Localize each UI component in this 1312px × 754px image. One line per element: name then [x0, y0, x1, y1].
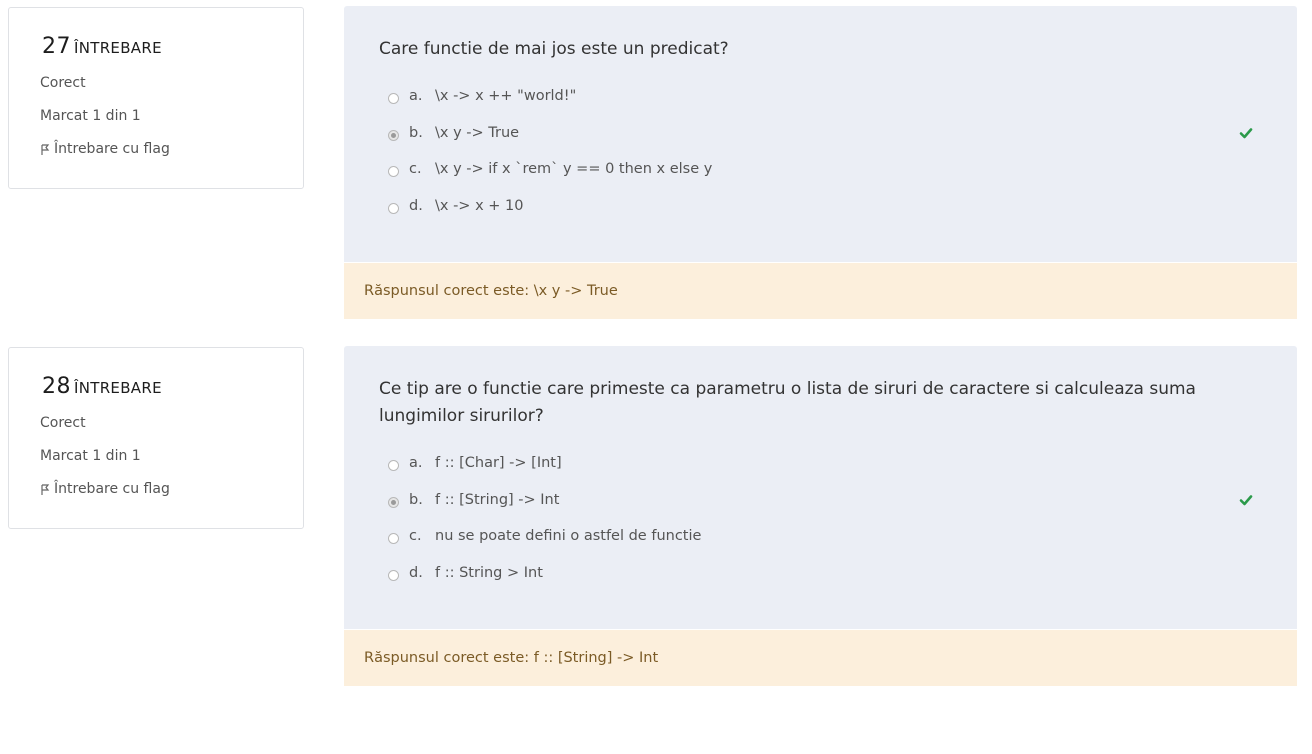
question-grade: Marcat 1 din 1: [40, 448, 141, 464]
answer-radio[interactable]: [388, 496, 399, 508]
answer-letter: c.: [409, 161, 422, 177]
question-text: Care functie de mai jos este un predicat…: [379, 39, 729, 59]
answer-letter: d.: [409, 197, 423, 214]
flag-question-link[interactable]: Întrebare cu flag: [40, 481, 170, 497]
answer-text: f :: String > Int: [435, 564, 543, 581]
answer-option[interactable]: b. \x y -> True: [388, 125, 1238, 162]
answer-radio[interactable]: [388, 129, 399, 141]
answer-letter: a.: [409, 455, 423, 471]
question-info-panel: 27 ÎNTREBARE Corect Marcat 1 din 1 Întreb…: [8, 7, 304, 189]
answer-letter: d.: [409, 564, 423, 581]
answer-radio[interactable]: [388, 166, 399, 177]
answer-text: \x -> x + 10: [435, 197, 524, 214]
flag-question-link[interactable]: Întrebare cu flag: [40, 141, 170, 157]
answer-text: \x -> x ++ "world!": [435, 88, 577, 104]
question-number-value: 28: [42, 374, 71, 399]
answer-option[interactable]: c. nu se poate defini o astfel de functi…: [388, 528, 1238, 565]
question-grade: Marcat 1 din 1: [40, 108, 141, 124]
flag-icon: [40, 484, 54, 499]
answer-option[interactable]: a. \x -> x ++ "world!": [388, 88, 1238, 125]
check-icon: [1239, 125, 1253, 139]
question-content: Care functie de mai jos este un predicat…: [344, 6, 1297, 262]
answer-option[interactable]: c. \x y -> if x `rem` y == 0 then x else…: [388, 161, 1238, 198]
answer-letter: a.: [409, 88, 423, 104]
answer-option[interactable]: d. f :: String > Int: [388, 565, 1238, 602]
answer-radio[interactable]: [388, 533, 399, 544]
answer-option[interactable]: b. f :: [String] -> Int: [388, 492, 1238, 529]
question-content: Ce tip are o functie care primeste ca pa…: [344, 346, 1297, 629]
answer-letter: b.: [409, 491, 423, 508]
correct-answer-feedback: Răspunsul corect este: f :: [String] -> …: [344, 630, 1297, 686]
answer-option[interactable]: d. \x -> x + 10: [388, 198, 1238, 235]
check-icon: [1239, 492, 1253, 506]
answer-text: f :: [String] -> Int: [435, 491, 560, 508]
correct-answer-feedback: Răspunsul corect este: \x y -> True: [344, 263, 1297, 319]
flag-label: Întrebare cu flag: [54, 481, 170, 497]
answer-letter: c.: [409, 528, 422, 544]
answer-text: \x y -> True: [435, 124, 520, 141]
answer-text: \x y -> if x `rem` y == 0 then x else y: [435, 161, 713, 177]
question-label: ÎNTREBARE: [74, 39, 162, 57]
answer-option[interactable]: a. f :: [Char] -> [Int]: [388, 455, 1238, 492]
answer-radio[interactable]: [388, 93, 399, 104]
answer-text: f :: [Char] -> [Int]: [435, 455, 562, 471]
answer-letter: b.: [409, 124, 423, 141]
answer-text: nu se poate defini o astfel de functie: [435, 528, 702, 544]
question-number: 28 ÎNTREBARE: [42, 374, 162, 399]
flag-label: Întrebare cu flag: [54, 141, 170, 157]
flag-icon: [40, 144, 54, 159]
answer-radio[interactable]: [388, 202, 399, 214]
question-state: Corect: [40, 75, 86, 91]
question-label: ÎNTREBARE: [74, 379, 162, 397]
answer-list: a. f :: [Char] -> [Int] b. f :: [String]…: [388, 455, 1238, 601]
answer-radio[interactable]: [388, 569, 399, 581]
answer-list: a. \x -> x ++ "world!" b. \x y -> True c…: [388, 88, 1238, 234]
question-info-panel: 28 ÎNTREBARE Corect Marcat 1 din 1 Întreb…: [8, 347, 304, 529]
question-number-value: 27: [42, 34, 71, 59]
question-state: Corect: [40, 415, 86, 431]
question-number: 27 ÎNTREBARE: [42, 34, 162, 59]
question-text: Ce tip are o functie care primeste ca pa…: [379, 379, 1196, 426]
answer-radio[interactable]: [388, 460, 399, 471]
